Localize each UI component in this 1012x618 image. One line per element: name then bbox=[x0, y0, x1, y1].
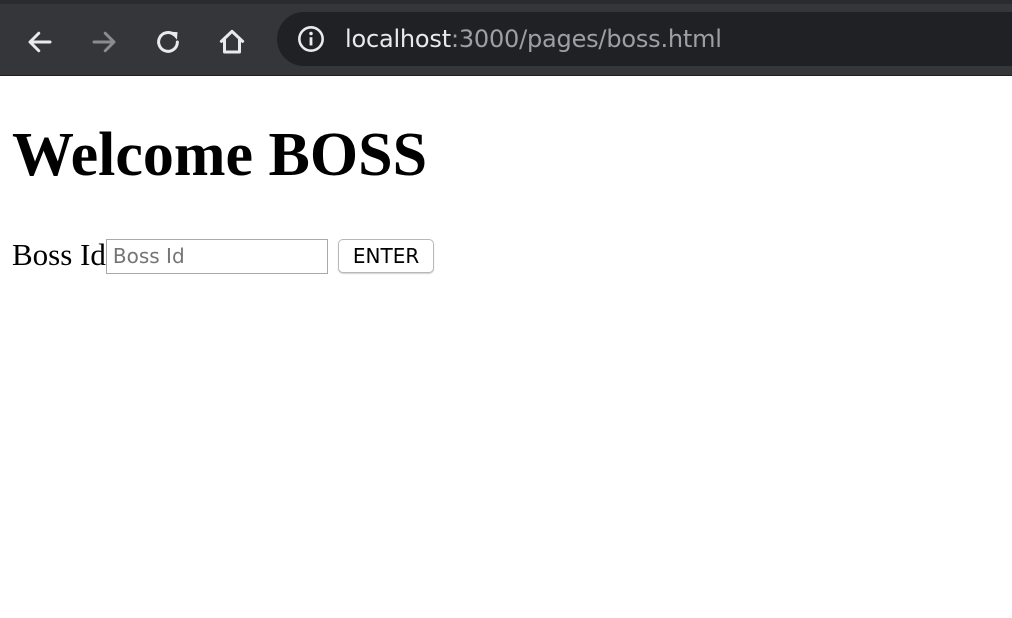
home-icon bbox=[219, 29, 245, 54]
url-text[interactable]: localhost:3000/pages/boss.html bbox=[345, 24, 722, 54]
url-path: :3000/pages/boss.html bbox=[450, 25, 722, 53]
boss-id-form: Boss Id ENTER bbox=[12, 236, 435, 274]
enter-button[interactable]: ENTER bbox=[337, 239, 435, 273]
arrow-right-icon bbox=[92, 31, 116, 53]
address-bar[interactable]: localhost:3000/pages/boss.html bbox=[277, 12, 1012, 66]
info-icon[interactable] bbox=[297, 25, 325, 53]
page-title: Welcome BOSS bbox=[12, 121, 428, 189]
browser-toolbar: localhost:3000/pages/boss.html bbox=[0, 0, 1012, 76]
page-content: Welcome BOSS Boss Id ENTER bbox=[0, 76, 1012, 618]
url-host: localhost bbox=[345, 25, 451, 53]
home-button[interactable] bbox=[212, 22, 252, 62]
boss-id-input[interactable] bbox=[105, 238, 328, 274]
reload-icon bbox=[157, 31, 179, 53]
forward-button[interactable] bbox=[84, 22, 124, 62]
boss-id-label: Boss Id bbox=[12, 237, 106, 272]
back-button[interactable] bbox=[20, 22, 60, 62]
reload-button[interactable] bbox=[148, 22, 188, 62]
arrow-left-icon bbox=[28, 31, 52, 53]
